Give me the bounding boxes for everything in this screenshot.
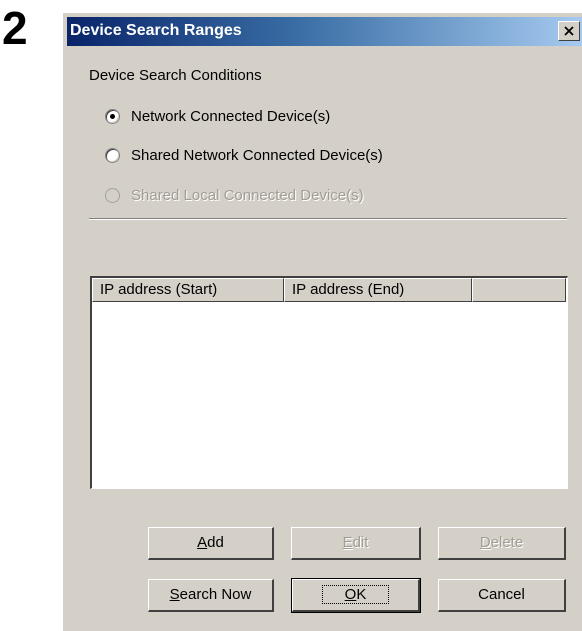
radio-shared-local-connected: Shared Local Connected Device(s) [105, 184, 364, 206]
close-icon [564, 26, 574, 36]
step-number: 2 [2, 2, 28, 54]
delete-button: Delete [438, 527, 566, 560]
add-button[interactable]: Add [148, 527, 274, 560]
search-conditions-label: Device Search Conditions [89, 67, 262, 84]
cancel-label: Cancel [478, 586, 525, 603]
column-header-ip-end[interactable]: IP address (End) [284, 278, 472, 302]
edit-button: Edit [291, 527, 421, 560]
radio-label-shared-local-connected: Shared Local Connected Device(s) [131, 186, 364, 204]
search-now-mnemonic: S [169, 586, 180, 603]
title-bar[interactable]: Device Search Ranges [67, 17, 582, 46]
ip-range-list[interactable]: IP address (Start) IP address (End) [90, 276, 568, 489]
add-label: dd [207, 534, 224, 551]
device-search-ranges-dialog: Device Search Ranges Device Search Condi… [62, 12, 582, 631]
radio-button[interactable] [105, 147, 120, 163]
radio-label-shared-network-connected: Shared Network Connected Device(s) [131, 146, 383, 164]
cancel-button[interactable]: Cancel [438, 579, 566, 612]
ok-mnemonic: O [344, 586, 357, 603]
delete-label: elete [490, 534, 524, 551]
search-now-button[interactable]: Search Now [148, 579, 274, 612]
column-header-empty[interactable] [472, 278, 566, 302]
close-button[interactable] [558, 21, 580, 41]
search-now-label: earch Now [179, 586, 252, 603]
list-header: IP address (Start) IP address (End) [92, 278, 567, 302]
column-header-ip-start[interactable]: IP address (Start) [92, 278, 284, 302]
separator [89, 218, 567, 220]
ok-focus-rect: OK [321, 585, 390, 604]
ok-button[interactable]: OK [291, 578, 421, 613]
radio-button-checked[interactable] [105, 108, 120, 124]
dialog-title: Device Search Ranges [70, 22, 242, 39]
ok-label: K [356, 586, 367, 603]
delete-mnemonic: D [479, 534, 491, 551]
radio-label-network-connected: Network Connected Device(s) [131, 107, 331, 125]
radio-network-connected[interactable]: Network Connected Device(s) [105, 105, 330, 127]
add-mnemonic: A [197, 534, 208, 551]
radio-button-disabled [105, 187, 120, 203]
edit-mnemonic: E [342, 534, 353, 551]
radio-shared-network-connected[interactable]: Shared Network Connected Device(s) [105, 144, 383, 166]
edit-label: dit [352, 534, 369, 551]
